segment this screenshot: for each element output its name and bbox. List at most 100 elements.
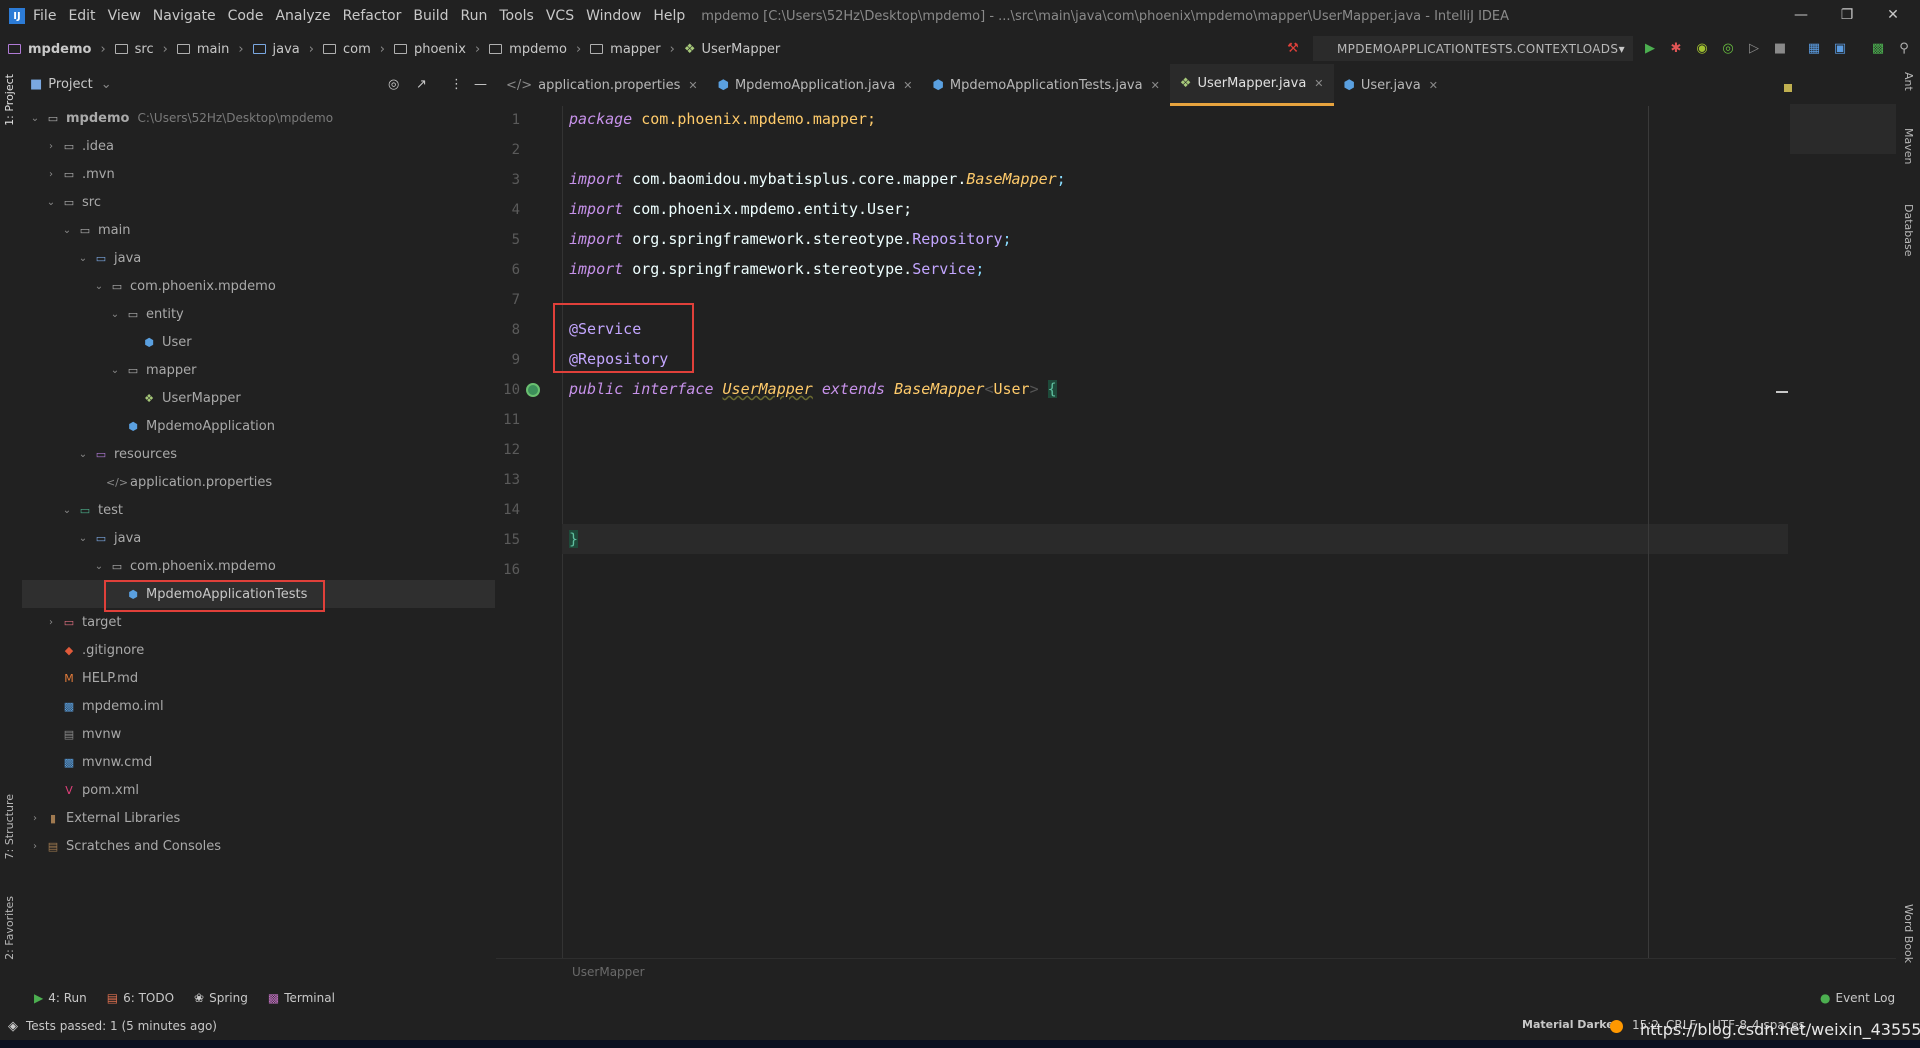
code-line-1[interactable]: package com.phoenix.mpdemo.mapper;	[569, 110, 876, 128]
hammer-build-icon[interactable]: ⚒	[1285, 40, 1301, 56]
run-configuration-select[interactable]: MPDEMOAPPLICATIONTESTS.CONTEXTLOADS ▾	[1313, 36, 1633, 61]
run-icon[interactable]: ▶	[1642, 40, 1658, 56]
tree-item[interactable]: ⌄ ▭ java	[22, 524, 495, 552]
tree-item[interactable]: ⌄ ▭ resources	[22, 440, 495, 468]
locate-icon[interactable]: ◎	[388, 77, 399, 92]
menu-build[interactable]: Build	[413, 8, 448, 24]
menu-navigate[interactable]: Navigate	[153, 8, 216, 24]
menu-window[interactable]: Window	[586, 8, 641, 24]
code-line-6[interactable]: import org.springframework.stereotype.Se…	[569, 260, 984, 278]
layers-icon[interactable]: ◈	[8, 1019, 18, 1034]
menu-file[interactable]: File	[33, 8, 56, 24]
theme-indicator[interactable]: Material Darker	[1522, 1018, 1619, 1031]
breadcrumb-java[interactable]: java ›	[252, 42, 323, 57]
project-panel-title[interactable]: Project	[48, 77, 92, 92]
menu-code[interactable]: Code	[228, 8, 264, 24]
translate-icon[interactable]: ▣	[1832, 40, 1848, 56]
close-icon[interactable]: ✕	[1429, 79, 1438, 92]
minimize-icon[interactable]: —	[1778, 0, 1824, 30]
tree-item[interactable]: › ▭ .idea	[22, 132, 495, 160]
event-log-button[interactable]: ● Event Log	[1820, 991, 1895, 1005]
chevron-right-icon[interactable]: ›	[28, 841, 42, 852]
breadcrumb-usermapper[interactable]: ❖ UserMapper	[684, 42, 780, 57]
tool-tab-run[interactable]: ▶ 4: Run	[34, 991, 87, 1005]
chevron-down-icon[interactable]: ⌄	[101, 77, 112, 92]
chevron-down-icon[interactable]: ⌄	[44, 197, 58, 208]
chevron-down-icon[interactable]: ⌄	[92, 281, 106, 292]
chevron-down-icon[interactable]: ⌄	[28, 113, 42, 124]
tool-tab-favorites[interactable]: 2: Favorites	[3, 896, 16, 960]
chevron-down-icon[interactable]: ⌄	[60, 505, 74, 516]
breadcrumb-phoenix[interactable]: phoenix ›	[393, 42, 489, 57]
code-line-4[interactable]: import com.phoenix.mpdemo.entity.User;	[569, 200, 912, 218]
tree-item[interactable]: ⌄ ▭ test	[22, 496, 495, 524]
chevron-down-icon[interactable]: ⌄	[76, 449, 90, 460]
chevron-down-icon[interactable]: ⌄	[76, 533, 90, 544]
code-minimap[interactable]	[1790, 104, 1896, 154]
tool-tab-structure[interactable]: 7: Structure	[3, 794, 16, 859]
chevron-down-icon[interactable]: ⌄	[108, 365, 122, 376]
tree-item[interactable]: ❖ UserMapper	[22, 384, 495, 412]
menu-analyze[interactable]: Analyze	[275, 8, 330, 24]
status-message[interactable]: Tests passed: 1 (5 minutes ago)	[26, 1019, 217, 1033]
tree-item[interactable]: ⌄ ▭ src	[22, 188, 495, 216]
chevron-right-icon[interactable]: ›	[44, 169, 58, 180]
profile-icon[interactable]: ◎	[1720, 40, 1736, 56]
chevron-down-icon[interactable]: ⌄	[108, 309, 122, 320]
tab-mpdemo-application[interactable]: ⬢ MpdemoApplication.java ✕	[708, 64, 923, 106]
menu-vcs[interactable]: VCS	[546, 8, 574, 24]
close-icon[interactable]: ✕	[903, 79, 912, 92]
tool-tab-spring[interactable]: ❀ Spring	[194, 991, 248, 1005]
collapse-icon[interactable]: ↗	[416, 77, 427, 92]
breadcrumb-main[interactable]: main ›	[176, 42, 253, 57]
tool-tab-ant[interactable]: Ant	[1902, 72, 1915, 91]
chevron-right-icon[interactable]: ›	[28, 813, 42, 824]
tree-item[interactable]: ▩ mpdemo.iml	[22, 692, 495, 720]
run-dashboard-icon[interactable]: ▷	[1746, 40, 1762, 56]
menu-help[interactable]: Help	[653, 8, 685, 24]
tree-item[interactable]: ⌄ ▭ java	[22, 244, 495, 272]
tool-tab-terminal[interactable]: ▩ Terminal	[268, 991, 335, 1005]
tab-user[interactable]: ⬢ User.java ✕	[1334, 64, 1448, 106]
chevron-down-icon[interactable]: ⌄	[76, 253, 90, 264]
project-structure-icon[interactable]: ▦	[1806, 40, 1822, 56]
tree-item[interactable]: ▤ mvnw	[22, 720, 495, 748]
close-icon[interactable]: ✕	[1151, 79, 1160, 92]
code-line-10[interactable]: public interface UserMapper extends Base…	[569, 380, 1057, 398]
hide-panel-icon[interactable]: —	[474, 77, 487, 92]
close-icon[interactable]: ✕	[688, 79, 697, 92]
tree-item[interactable]: ⬢ MpdemoApplication	[22, 412, 495, 440]
chevron-right-icon[interactable]: ›	[44, 141, 58, 152]
coverage-icon[interactable]: ◉	[1694, 40, 1710, 56]
tool-tab-todo[interactable]: ▤ 6: TODO	[107, 991, 174, 1005]
close-window-icon[interactable]: ✕	[1870, 0, 1916, 30]
tree-item[interactable]: ⌄ ▭ mpdemo C:\Users\52Hz\Desktop\mpdemo	[22, 104, 495, 132]
tool-tab-project[interactable]: 1: Project	[3, 74, 16, 126]
tool-tab-word-book[interactable]: Word Book	[1902, 904, 1915, 963]
menu-tools[interactable]: Tools	[499, 8, 534, 24]
tree-item[interactable]: ◆ .gitignore	[22, 636, 495, 664]
tree-item[interactable]: Vpom.xml	[22, 776, 495, 804]
tree-item[interactable]: </> application.properties	[22, 468, 495, 496]
tree-item[interactable]: ▩ mvnw.cmd	[22, 748, 495, 776]
tree-item[interactable]: ⬢ User	[22, 328, 495, 356]
close-icon[interactable]: ✕	[1314, 77, 1323, 90]
error-stripe-mark[interactable]	[1776, 391, 1788, 393]
spring-bean-gutter-icon[interactable]	[526, 383, 540, 397]
tree-item[interactable]: › ▮ External Libraries	[22, 804, 495, 832]
tree-item[interactable]: › ▭ .mvn	[22, 160, 495, 188]
code-line-15[interactable]: }	[569, 530, 579, 548]
tool-tab-maven[interactable]: Maven	[1902, 128, 1915, 164]
menu-edit[interactable]: Edit	[68, 8, 95, 24]
code-line-3[interactable]: import com.baomidou.mybatisplus.core.map…	[569, 170, 1066, 188]
menu-refactor[interactable]: Refactor	[343, 8, 402, 24]
tree-item[interactable]: ⌄ ▭ main	[22, 216, 495, 244]
chevron-right-icon[interactable]: ›	[44, 617, 58, 628]
inspection-status-icon[interactable]	[1784, 84, 1792, 92]
tab-mpdemo-application-tests[interactable]: ⬢ MpdemoApplicationTests.java ✕	[923, 64, 1170, 106]
tree-item[interactable]: ⌄ ▭ com.phoenix.mpdemo	[22, 272, 495, 300]
tab-application-properties[interactable]: </> application.properties ✕	[496, 64, 708, 106]
tree-item[interactable]: › ▤ Scratches and Consoles	[22, 832, 495, 860]
breadcrumb-src[interactable]: src ›	[114, 42, 177, 57]
tree-item[interactable]: ⌄ ▭ mapper	[22, 356, 495, 384]
